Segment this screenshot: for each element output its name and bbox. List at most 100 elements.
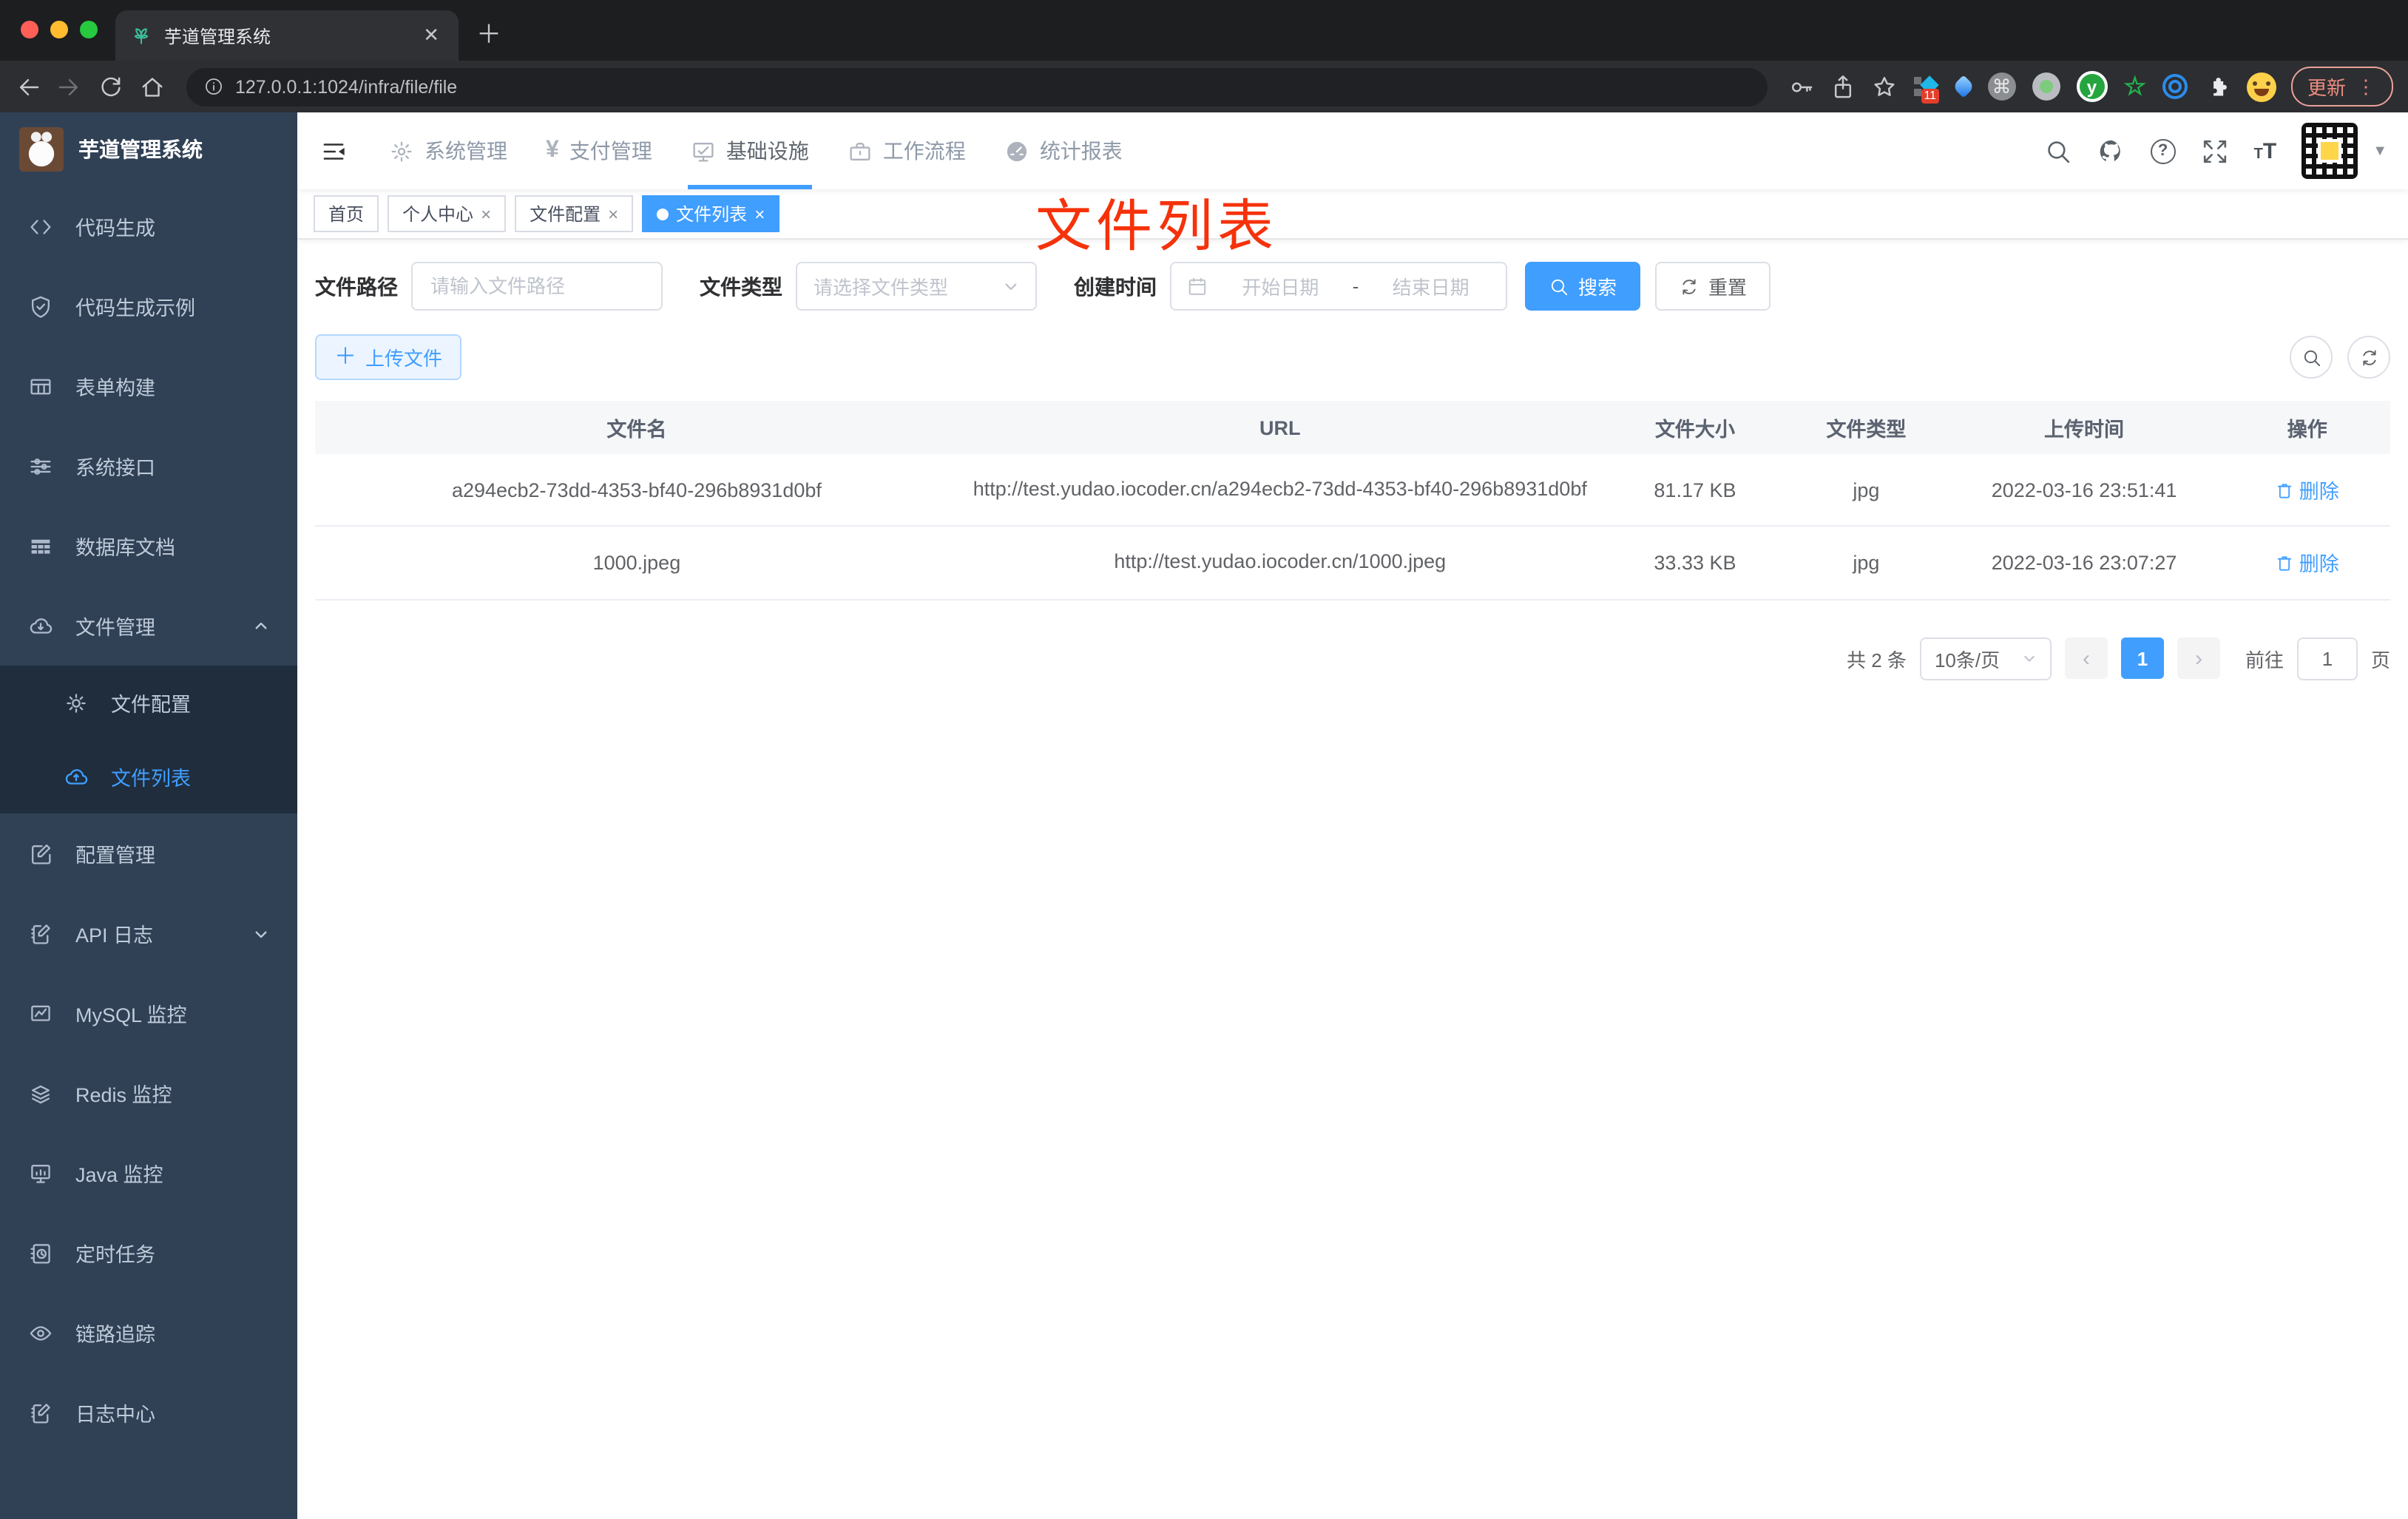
file-type-select[interactable]: 请选择文件类型 xyxy=(796,262,1037,311)
chevron-down-icon xyxy=(2024,655,2035,662)
browser-menu-icon[interactable]: ⋮ xyxy=(2356,75,2377,98)
extension-y-icon[interactable]: y xyxy=(2076,71,2108,102)
zoom-window-button[interactable] xyxy=(80,21,98,38)
extensions-puzzle-icon[interactable] xyxy=(2204,73,2231,100)
forward-button[interactable] xyxy=(56,73,83,100)
sidebar-item-log-center[interactable]: 日志中心 xyxy=(0,1373,297,1452)
topnav-statistics[interactable]: 统计报表 xyxy=(985,112,1142,189)
schedule-clock-icon xyxy=(30,1243,50,1263)
file-path-input[interactable] xyxy=(411,262,663,311)
sidebar-item-file-management[interactable]: 文件管理 xyxy=(0,586,297,666)
shield-check-icon xyxy=(32,295,50,317)
window-controls xyxy=(21,21,98,38)
next-page-button[interactable]: › xyxy=(2177,637,2220,680)
search-button[interactable]: 搜索 xyxy=(1525,262,1641,311)
database-table-icon xyxy=(31,538,50,553)
sidebar-item-file-config[interactable]: 文件配置 xyxy=(0,666,297,740)
goto-suffix: 页 xyxy=(2370,649,2390,671)
tag-file-list[interactable]: 文件列表 × xyxy=(642,195,780,232)
date-range-picker[interactable]: 开始日期 - 结束日期 xyxy=(1170,262,1507,311)
goto-page-input[interactable] xyxy=(2296,637,2358,680)
eye-icon xyxy=(30,1325,52,1340)
extension-gem-icon[interactable] xyxy=(1951,75,1975,98)
github-icon[interactable] xyxy=(2097,137,2125,165)
col-file-name: 文件名 xyxy=(315,401,958,454)
font-size-icon[interactable]: TT xyxy=(2254,138,2277,163)
browser-update-button[interactable]: 更新 ⋮ xyxy=(2290,67,2393,106)
user-avatar-qr[interactable] xyxy=(2302,123,2358,179)
sidebar-item-code-generation[interactable]: 代码生成 xyxy=(0,186,297,266)
app-title: 芋道管理系统 xyxy=(78,138,203,161)
page-size-select[interactable]: 10条/页 xyxy=(1919,637,2052,680)
reset-button[interactable]: 重置 xyxy=(1655,262,1771,311)
extension-star-icon[interactable]: ☆ xyxy=(2123,72,2146,101)
tag-profile[interactable]: 个人中心 × xyxy=(388,195,507,232)
top-menu: 系统管理 ¥ 支付管理 基础设施 工作流程 统计报表 xyxy=(370,112,1142,189)
close-window-button[interactable] xyxy=(21,21,38,38)
sidebar-item-code-gen-example[interactable]: 代码生成示例 xyxy=(0,266,297,346)
new-tab-button[interactable]: ＋ xyxy=(476,13,501,61)
share-icon[interactable] xyxy=(1829,73,1856,100)
topnav-workflow[interactable]: 工作流程 xyxy=(828,112,985,189)
extension-diamond-icon[interactable]: 11 xyxy=(1912,73,1940,103)
sidebar-item-java-monitor[interactable]: Java 监控 xyxy=(0,1133,297,1213)
topnav-payment-management[interactable]: ¥ 支付管理 xyxy=(527,112,672,189)
sidebar-item-system-api[interactable]: 系统接口 xyxy=(0,426,297,506)
minimize-window-button[interactable] xyxy=(50,21,68,38)
calendar-icon xyxy=(1188,277,1206,295)
tag-close-icon[interactable]: × xyxy=(481,203,491,224)
prev-page-button[interactable]: ‹ xyxy=(2064,637,2108,680)
start-date-placeholder[interactable]: 开始日期 xyxy=(1220,272,1341,300)
home-button[interactable] xyxy=(139,73,166,100)
cell-url: http://test.yudao.iocoder.cn/a294ecb2-73… xyxy=(958,454,1602,527)
cell-url: http://test.yudao.iocoder.cn/1000.jpeg xyxy=(958,526,1602,601)
password-key-icon[interactable] xyxy=(1788,73,1814,100)
page-1-button[interactable]: 1 xyxy=(2120,637,2164,680)
avatar-caret-icon[interactable]: ▼ xyxy=(2373,143,2387,159)
refresh-table-button[interactable] xyxy=(2347,336,2390,379)
briefcase-icon xyxy=(850,142,870,160)
sidebar-item-redis-monitor[interactable]: Redis 监控 xyxy=(0,1053,297,1133)
profile-emoji-avatar[interactable] xyxy=(2246,72,2276,101)
sidebar-item-tracing[interactable]: 链路追踪 xyxy=(0,1293,297,1373)
browser-tab[interactable]: 芋道管理系统 ✕ xyxy=(115,10,459,61)
bookmark-star-icon[interactable] xyxy=(1870,73,1897,100)
topnav-system-management[interactable]: 系统管理 xyxy=(370,112,527,189)
update-label: 更新 xyxy=(2307,77,2346,99)
sidebar-item-db-doc[interactable]: 数据库文档 xyxy=(0,506,297,586)
active-tag-dot xyxy=(657,208,669,220)
extension-badge: 11 xyxy=(1921,88,1940,103)
tag-close-icon[interactable]: × xyxy=(608,203,618,224)
site-info-icon[interactable] xyxy=(204,77,223,96)
sidebar-item-mysql-monitor[interactable]: MySQL 监控 xyxy=(0,973,297,1053)
search-icon[interactable] xyxy=(2044,137,2072,165)
sidebar-item-api-log[interactable]: API 日志 xyxy=(0,893,297,973)
sidebar-item-scheduled-tasks[interactable]: 定时任务 xyxy=(0,1213,297,1293)
sidebar-item-config-management[interactable]: 配置管理 xyxy=(0,813,297,893)
fullscreen-icon[interactable] xyxy=(2201,137,2229,165)
file-table: 文件名 URL 文件大小 文件类型 上传时间 操作 a294ecb2-73dd-… xyxy=(315,401,2390,601)
tag-close-icon[interactable]: × xyxy=(754,203,765,224)
delete-button[interactable]: 删除 xyxy=(2276,475,2339,504)
log-center-icon xyxy=(31,1403,50,1423)
sidebar-item-form-builder[interactable]: 表单构建 xyxy=(0,346,297,426)
extension-eye-icon[interactable] xyxy=(2162,74,2188,99)
help-icon[interactable]: ? xyxy=(2150,138,2176,163)
delete-button[interactable]: 删除 xyxy=(2276,548,2339,578)
sidebar-item-file-list[interactable]: 文件列表 xyxy=(0,740,297,813)
file-management-submenu: 文件配置 文件列表 xyxy=(0,666,297,813)
reload-button[interactable] xyxy=(98,73,124,100)
end-date-placeholder[interactable]: 结束日期 xyxy=(1370,272,1491,300)
tag-home[interactable]: 首页 xyxy=(314,195,379,232)
upload-file-button[interactable]: ＋ 上传文件 xyxy=(315,334,462,380)
back-button[interactable] xyxy=(15,73,41,100)
extension-gray-dot-icon[interactable] xyxy=(2032,72,2060,101)
sidebar-collapse-button[interactable] xyxy=(297,137,370,165)
show-search-toggle-button[interactable] xyxy=(2290,336,2333,379)
tag-file-config[interactable]: 文件配置 × xyxy=(515,195,634,232)
tab-close-icon[interactable]: ✕ xyxy=(419,24,444,47)
topnav-infrastructure[interactable]: 基础设施 xyxy=(672,112,828,189)
extension-command-icon[interactable]: ⌘ xyxy=(1987,72,2016,101)
chart-line-icon xyxy=(31,1004,50,1021)
address-bar[interactable]: 127.0.0.1:1024/infra/file/file xyxy=(186,67,1768,106)
